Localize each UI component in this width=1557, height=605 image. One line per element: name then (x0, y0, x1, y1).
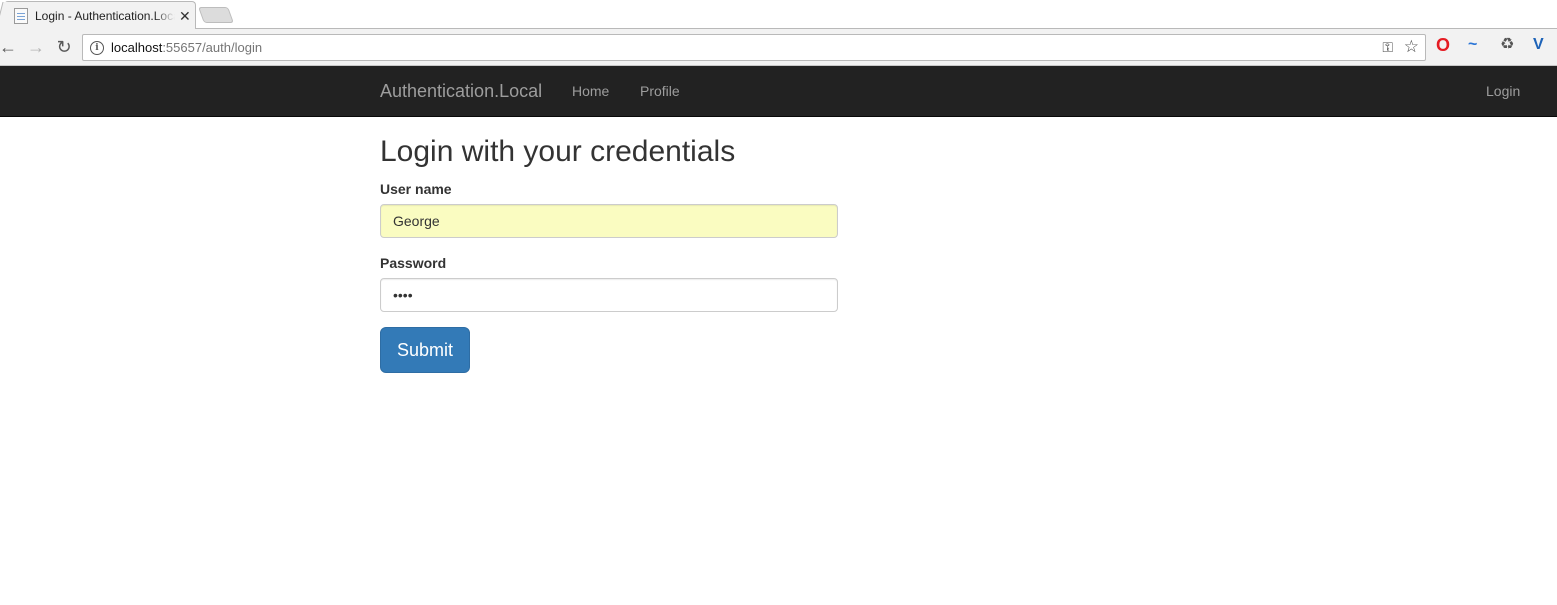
url-path: :55657/auth/login (162, 40, 263, 55)
browser-toolbar: ← → ↻ i localhost:55657/auth/login ⚿ ☆ (0, 29, 1557, 66)
address-bar[interactable]: i localhost:55657/auth/login ⚿ ☆ (82, 34, 1426, 61)
recycle-extension-icon[interactable]: ♻ (1500, 37, 1514, 53)
opera-extension-icon[interactable]: O (1436, 36, 1450, 54)
back-arrow-icon[interactable]: ← (0, 37, 18, 57)
nav-profile-link[interactable]: Profile (640, 83, 680, 99)
page-icon (14, 8, 28, 24)
password-input[interactable] (380, 278, 838, 312)
nav-login-link[interactable]: Login (1486, 83, 1520, 99)
url-host: localhost (111, 40, 163, 55)
submit-button[interactable]: Submit (380, 327, 470, 373)
site-navbar: Authentication.Local Home Profile Login (0, 66, 1557, 117)
nav-home-link[interactable]: Home (572, 83, 609, 99)
password-label: Password (380, 255, 447, 271)
username-label: User name (380, 181, 452, 197)
browser-tab[interactable]: Login - Authentication.Local ✕ (4, 1, 196, 30)
new-tab-button[interactable] (198, 7, 234, 23)
tab-title: Login - Authentication.Local (35, 9, 175, 23)
url-text[interactable]: localhost:55657/auth/login (111, 40, 262, 55)
browser-tabstrip: Login - Authentication.Local ✕ (0, 0, 1557, 30)
wave-extension-icon[interactable]: ~ (1468, 37, 1477, 53)
info-icon[interactable]: i (90, 40, 104, 55)
brand-link[interactable]: Authentication.Local (380, 81, 542, 102)
close-icon[interactable]: ✕ (179, 9, 191, 23)
key-icon[interactable]: ⚿ (1382, 39, 1393, 56)
star-icon[interactable]: ☆ (1404, 37, 1419, 57)
v-extension-icon[interactable]: V (1533, 37, 1544, 53)
forward-arrow-icon[interactable]: → (26, 37, 46, 57)
username-input[interactable] (380, 204, 838, 238)
page-title: Login with your credentials (380, 135, 736, 168)
reload-icon[interactable]: ↻ (54, 37, 74, 57)
